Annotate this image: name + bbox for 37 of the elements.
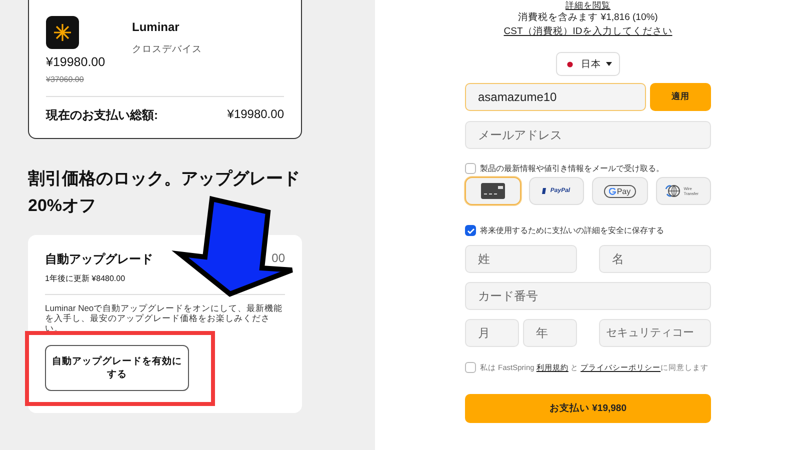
upgrade-title: 自動アップグレード: [45, 251, 153, 268]
card-number-field[interactable]: カード番号: [465, 282, 711, 310]
checkout-submit-button[interactable]: お支払い ¥19,980: [465, 394, 711, 423]
total-amount: ¥19980.00: [227, 107, 284, 123]
credit-card-icon: [480, 183, 505, 199]
country-selector[interactable]: 日本: [556, 52, 620, 76]
google-icon: [608, 188, 616, 194]
product-type: クロスデバイス: [132, 43, 202, 56]
card-payment-button[interactable]: [465, 177, 520, 205]
checkbox-label: 将来使用するために支払いの詳細を安全に保存する: [480, 225, 664, 236]
checkbox-label: 製品の最新情報や値引き情報をメールで受け取る。: [480, 163, 664, 174]
month-field[interactable]: 月: [465, 319, 519, 347]
original-price: ¥37060.00: [46, 75, 85, 84]
checkbox[interactable]: [465, 362, 476, 373]
details-link[interactable]: 詳細を閲覧: [566, 0, 610, 10]
product-price: ¥19980.00: [46, 55, 106, 69]
tax-id-link[interactable]: CST（消費税）IDを入力してください: [504, 26, 672, 38]
first-name-field[interactable]: 名: [599, 245, 711, 273]
enable-upgrade-button[interactable]: 自動アップグレードを有効にする: [45, 345, 189, 391]
section-heading: 割引価格のロック。アップグレード20%オフ: [28, 168, 301, 217]
upgrade-price: 00: [272, 251, 285, 267]
app-icon: [46, 16, 79, 49]
coupon-field[interactable]: asamazume10: [465, 83, 646, 111]
caret-icon: [606, 62, 612, 66]
renewal-note: 1年後に更新 ¥8480.00: [45, 273, 126, 284]
email-field[interactable]: メールアドレス: [465, 121, 711, 149]
last-name-field[interactable]: 姓: [465, 245, 577, 273]
globe-icon: [664, 183, 681, 199]
product-name: Luminar: [132, 20, 180, 34]
tax-note: 消費税を含みます ¥1,816 (10%): [518, 12, 658, 24]
checkbox[interactable]: [465, 225, 476, 236]
year-field[interactable]: 年: [523, 319, 577, 347]
total-label: 現在のお支払い総額:: [46, 107, 158, 124]
apply-button[interactable]: 適用: [650, 83, 711, 111]
security-code-field[interactable]: セキュリティコー: [599, 319, 711, 347]
google-pay-button[interactable]: Pay: [592, 177, 648, 205]
checkbox[interactable]: [465, 163, 476, 174]
